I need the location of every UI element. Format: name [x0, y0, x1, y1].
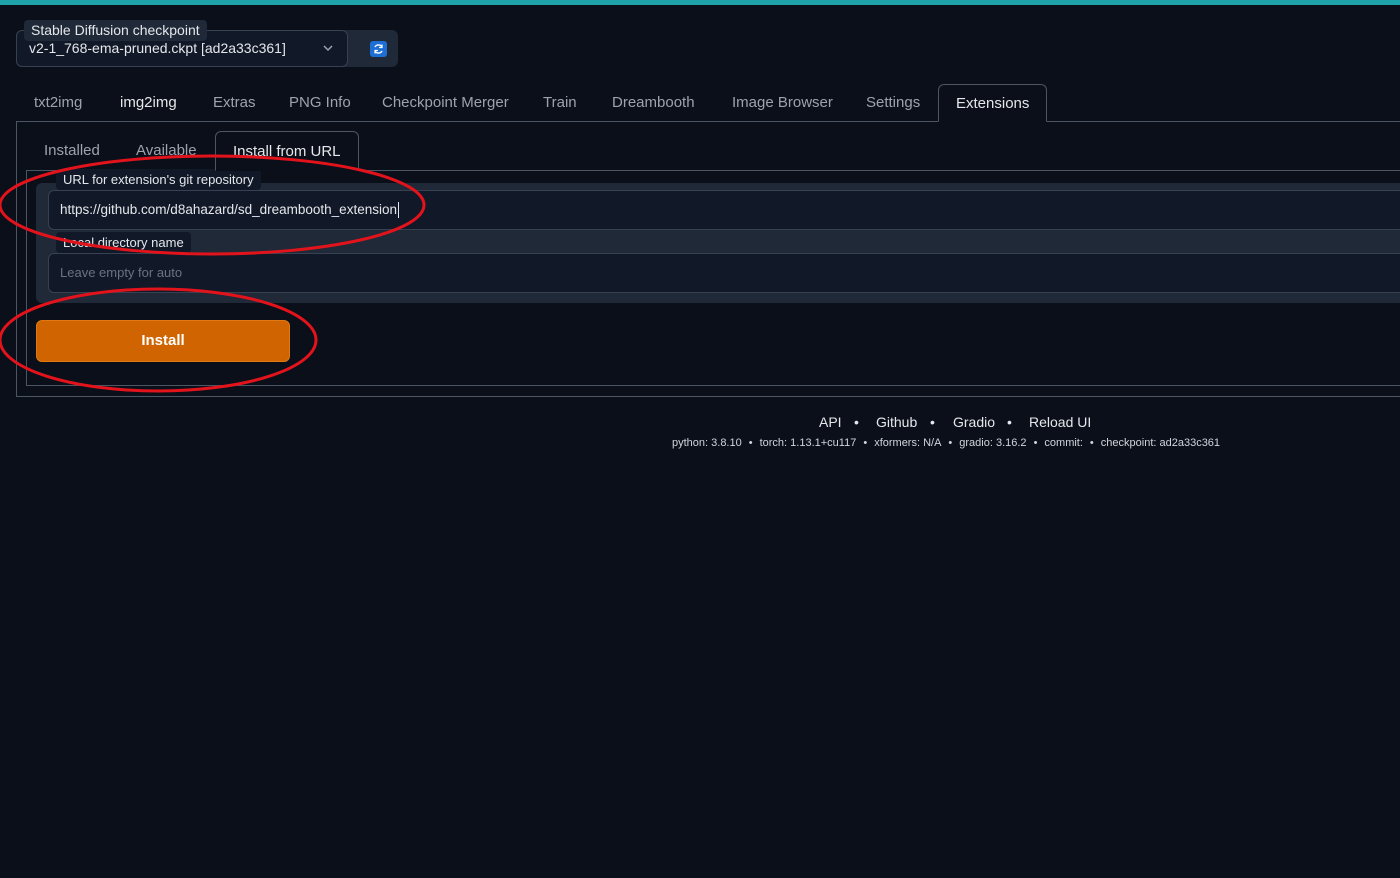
- url-input-value: https://github.com/d8ahazard/sd_dreamboo…: [60, 202, 397, 217]
- info-commit: commit:: [1044, 437, 1083, 449]
- footer-separator: •: [854, 414, 859, 430]
- url-field-label: URL for extension's git repository: [56, 169, 261, 190]
- footer-link-reload-ui[interactable]: Reload UI: [1029, 414, 1091, 430]
- checkpoint-value: v2-1_768-ema-pruned.ckpt [ad2a33c361]: [29, 40, 286, 56]
- subtab-installed[interactable]: Installed: [27, 131, 117, 171]
- subtab-available[interactable]: Available: [119, 131, 214, 171]
- top-accent-bar: [0, 0, 1400, 5]
- url-input[interactable]: https://github.com/d8ahazard/sd_dreamboo…: [48, 190, 1400, 230]
- directory-field-label: Local directory name: [56, 232, 191, 253]
- subtab-install-from-url[interactable]: Install from URL: [215, 131, 359, 171]
- footer-separator: •: [1007, 414, 1012, 430]
- refresh-button[interactable]: [370, 41, 387, 57]
- footer-version-info: python: 3.8.10 • torch: 1.13.1+cu117 • xform…: [672, 437, 1220, 449]
- chevron-down-icon: [323, 45, 333, 52]
- tab-image-browser[interactable]: Image Browser: [715, 84, 850, 122]
- directory-input[interactable]: Leave empty for auto: [48, 253, 1400, 293]
- info-torch: torch: 1.13.1+cu117: [759, 437, 857, 449]
- footer-link-gradio[interactable]: Gradio: [953, 414, 995, 430]
- tab-txt2img[interactable]: txt2img: [17, 84, 99, 122]
- info-separator: •: [748, 437, 753, 449]
- refresh-icon: [374, 44, 383, 54]
- footer-link-github[interactable]: Github: [876, 414, 917, 430]
- checkpoint-label: Stable Diffusion checkpoint: [24, 20, 207, 41]
- info-gradio: gradio: 3.16.2: [959, 437, 1027, 449]
- footer-link-api[interactable]: API: [819, 414, 842, 430]
- tab-img2img[interactable]: img2img: [103, 84, 194, 122]
- tab-png-info[interactable]: PNG Info: [272, 84, 368, 122]
- install-button[interactable]: Install: [36, 320, 290, 362]
- tab-train[interactable]: Train: [526, 84, 594, 122]
- info-separator: •: [863, 437, 868, 449]
- info-xformers: xformers: N/A: [874, 437, 942, 449]
- info-checkpoint: checkpoint: ad2a33c361: [1100, 437, 1221, 449]
- info-separator: •: [948, 437, 953, 449]
- info-separator: •: [1033, 437, 1038, 449]
- tab-checkpoint-merger[interactable]: Checkpoint Merger: [365, 84, 526, 122]
- tab-dreambooth[interactable]: Dreambooth: [595, 84, 712, 122]
- info-separator: •: [1089, 437, 1094, 449]
- footer-separator: •: [930, 414, 935, 430]
- text-caret: [397, 202, 399, 219]
- tab-extensions[interactable]: Extensions: [938, 84, 1048, 122]
- footer-links: API • Github • Gradio • Reload UI: [0, 414, 1400, 434]
- info-python: python: 3.8.10: [672, 437, 742, 449]
- tab-settings[interactable]: Settings: [849, 84, 937, 122]
- tab-extras[interactable]: Extras: [196, 84, 273, 122]
